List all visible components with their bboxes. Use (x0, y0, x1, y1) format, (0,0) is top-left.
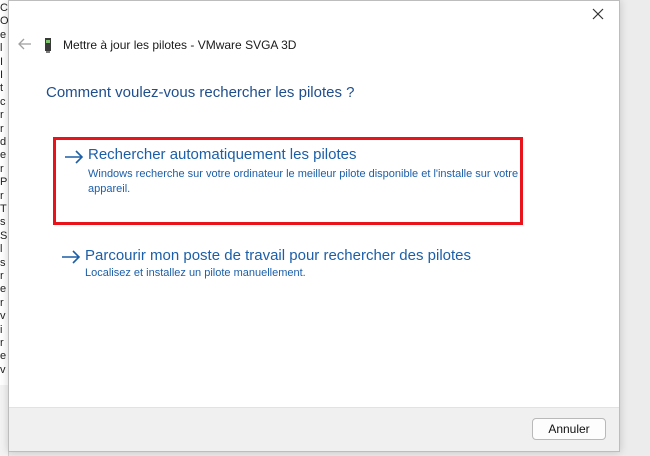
desktop-background (620, 0, 650, 456)
dialog-title: Mettre à jour les pilotes - VMware SVGA … (63, 38, 297, 52)
update-drivers-dialog: Mettre à jour les pilotes - VMware SVGA … (8, 0, 620, 452)
option-description: Windows recherche sur votre ordinateur l… (88, 168, 519, 195)
close-icon (592, 8, 604, 20)
option-title: Parcourir mon poste de travail pour rech… (85, 247, 472, 264)
close-button[interactable] (585, 3, 611, 25)
page-heading: Comment voulez-vous rechercher les pilot… (46, 84, 355, 101)
arrow-right-icon (62, 250, 81, 264)
background-window-bottom (0, 385, 8, 456)
back-button[interactable] (15, 34, 35, 54)
cancel-button[interactable]: Annuler (532, 418, 606, 440)
option-title: Rechercher automatiquement les pilotes (88, 146, 357, 163)
arrow-right-icon (65, 150, 84, 164)
display-adapter-icon (45, 38, 51, 53)
dialog-title-row: Mettre à jour les pilotes - VMware SVGA … (43, 35, 296, 55)
dialog-footer: Annuler (9, 407, 619, 451)
option-search-automatically[interactable]: Rechercher automatiquement les pilotes W… (53, 137, 523, 225)
back-arrow-icon (18, 38, 31, 50)
option-browse-computer[interactable]: Parcourir mon poste de travail pour rech… (53, 244, 523, 289)
option-description: Localisez et installez un pilote manuell… (85, 267, 306, 279)
